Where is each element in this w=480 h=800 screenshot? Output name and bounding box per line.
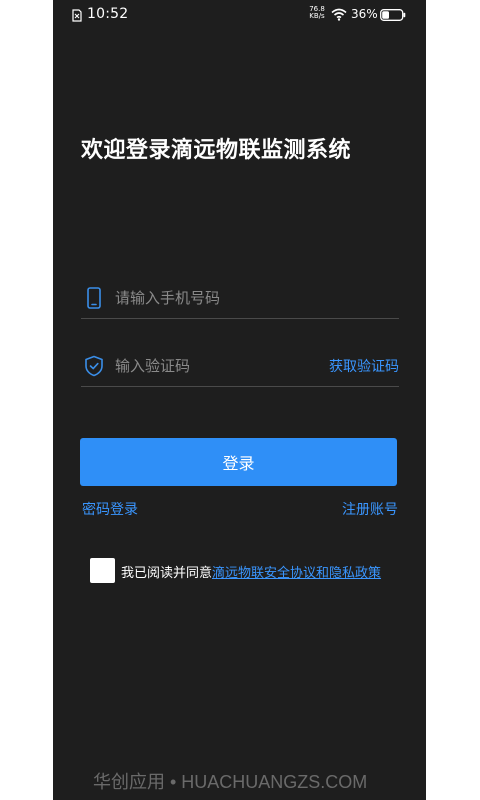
agreement-prefix: 我已阅读并同意 bbox=[121, 566, 213, 581]
watermark-text: 华创应用 • HUACHUANGZS.COM bbox=[93, 772, 368, 792]
agreement-checkbox[interactable] bbox=[90, 558, 115, 583]
phone-number-input[interactable] bbox=[115, 284, 315, 312]
wifi-icon bbox=[331, 8, 347, 21]
page-title: 欢迎登录滴远物联监测系统 bbox=[81, 138, 352, 163]
register-link[interactable]: 注册账号 bbox=[342, 499, 398, 519]
status-bar: 10:52 76.8 KB/s 36% bbox=[53, 0, 426, 30]
network-speed: 76.8 KB/s bbox=[307, 6, 327, 20]
verification-code-field: 获取验证码 bbox=[81, 346, 399, 387]
phone-icon bbox=[87, 287, 101, 309]
phone-field bbox=[81, 278, 399, 319]
login-button[interactable]: 登录 bbox=[80, 438, 397, 486]
agreement-text: 我已阅读并同意滴远物联安全协议和隐私政策 bbox=[121, 562, 381, 581]
password-login-link[interactable]: 密码登录 bbox=[82, 499, 138, 519]
shield-check-icon bbox=[85, 355, 103, 377]
network-speed-unit: KB/s bbox=[309, 12, 325, 20]
battery-percent: 36% bbox=[351, 7, 378, 21]
get-code-button[interactable]: 获取验证码 bbox=[329, 356, 399, 376]
verification-code-input[interactable] bbox=[115, 352, 315, 380]
phone-screen: 10:52 76.8 KB/s 36% 欢迎登录滴远物联监测系统 请输入手机号码… bbox=[53, 0, 426, 800]
battery-icon bbox=[380, 9, 406, 21]
status-time: 10:52 bbox=[87, 6, 129, 22]
agreement-policy-link[interactable]: 滴远物联安全协议和隐私政策 bbox=[212, 566, 381, 581]
sim-card-icon bbox=[72, 9, 82, 22]
